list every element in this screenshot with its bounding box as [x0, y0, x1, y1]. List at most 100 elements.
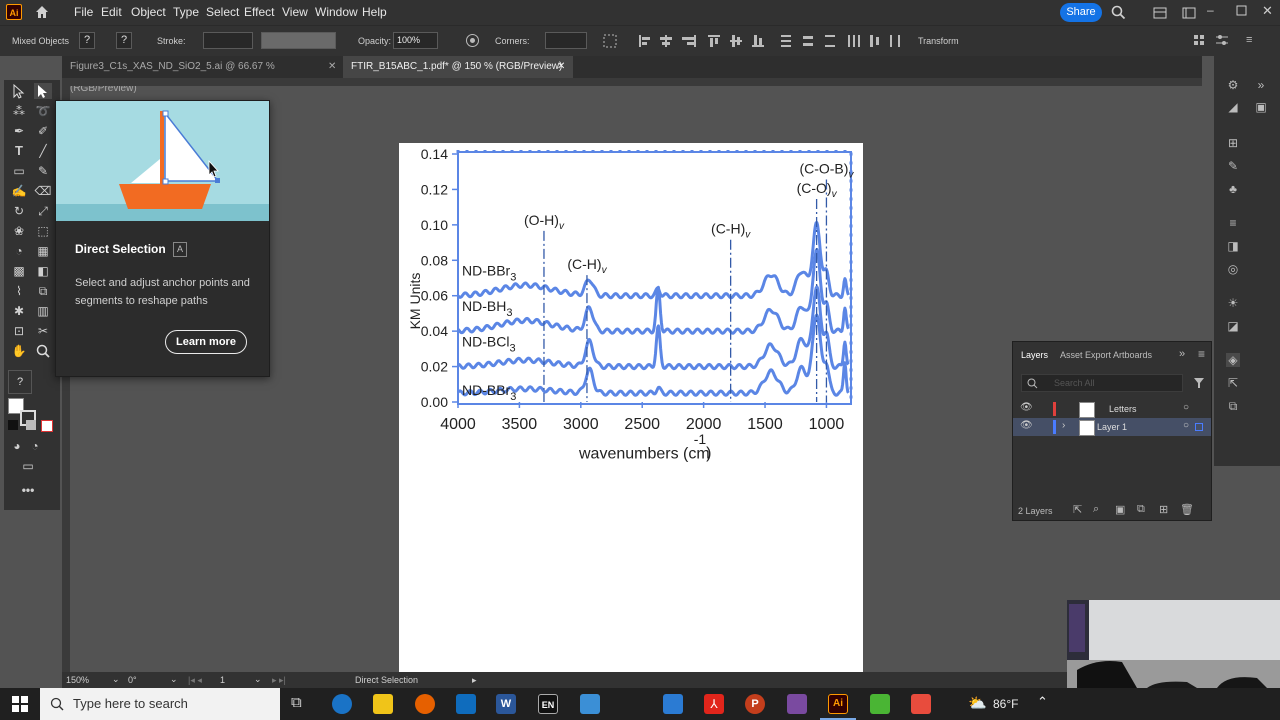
anchor-point[interactable]	[849, 233, 853, 237]
anchor-point[interactable]	[582, 150, 586, 153]
anchor-point[interactable]	[546, 150, 550, 153]
none-mode-icon[interactable]	[41, 420, 53, 432]
magic-wand-icon[interactable]: ⁂	[10, 103, 28, 119]
spectrum-line[interactable]	[456, 221, 850, 300]
anchor-point[interactable]	[849, 242, 853, 246]
recolor-artwork-icon[interactable]	[465, 33, 480, 48]
anchor-point[interactable]	[849, 278, 853, 282]
rotate-tool-icon[interactable]: ↻	[10, 203, 28, 219]
locate-object-icon[interactable]: ⌕	[1093, 503, 1099, 516]
type-tool-icon[interactable]: T	[10, 143, 28, 159]
tab-ftir[interactable]: FTIR_B15ABC_1.pdf* @ 150 % (RGB/Preview)…	[343, 56, 573, 78]
layers-icon[interactable]: ◈	[1226, 353, 1240, 367]
anchor-point[interactable]	[519, 150, 523, 153]
anchor-point[interactable]	[474, 150, 478, 153]
curvature-tool-icon[interactable]: ✐	[34, 123, 52, 139]
edge-icon[interactable]	[332, 694, 352, 714]
x-tick-label[interactable]: 4000	[440, 416, 476, 433]
gradient-tool-icon[interactable]: ◧	[34, 263, 52, 279]
anchor-point[interactable]	[501, 150, 505, 153]
anchor-point[interactable]	[744, 150, 748, 153]
anchor-point[interactable]	[849, 332, 853, 336]
menu-file[interactable]: File	[74, 5, 93, 19]
layers-search-box[interactable]: Search All	[1021, 374, 1183, 392]
shaper-tool-icon[interactable]: ✍	[10, 183, 28, 199]
x-tick-label[interactable]: 1500	[747, 416, 783, 433]
draw-mode-icon[interactable]: ◕	[8, 438, 26, 454]
illustrator-taskbar-icon[interactable]: Ai	[828, 694, 848, 714]
transparency-icon[interactable]: ◎	[1226, 262, 1240, 276]
menu-edit[interactable]: Edit	[101, 5, 122, 19]
anchor-point[interactable]	[849, 350, 853, 354]
anchor-point[interactable]	[510, 150, 514, 153]
firefox-icon[interactable]	[415, 694, 435, 714]
tab-artboards[interactable]: Artboards	[1113, 350, 1152, 360]
taskbar-search-box[interactable]: Type here to search	[40, 688, 280, 720]
y-tick-label[interactable]: 0.12	[421, 181, 448, 197]
tab-asset-export[interactable]: Asset Export	[1060, 350, 1111, 360]
anchor-point[interactable]	[771, 150, 775, 153]
anchor-point[interactable]	[609, 150, 613, 153]
target-icon[interactable]: ○	[1183, 402, 1189, 413]
delete-layer-icon[interactable]: 🗑	[1180, 503, 1194, 516]
powerpoint-icon[interactable]: P	[745, 694, 765, 714]
lasso-icon[interactable]: ➰	[34, 103, 52, 119]
annotation-label[interactable]: (C-H)v	[711, 221, 751, 241]
task-view-icon[interactable]: ⧉	[291, 694, 302, 711]
anchor-point[interactable]	[849, 323, 853, 327]
anchor-point[interactable]	[681, 150, 685, 153]
selection-indicator[interactable]	[1195, 423, 1203, 431]
libraries-icon[interactable]: ◢	[1226, 100, 1240, 114]
status-menu-icon[interactable]: ▸	[472, 675, 477, 686]
color-mode-icon[interactable]	[8, 420, 18, 430]
anchor-point[interactable]	[849, 368, 853, 372]
new-layer-icon[interactable]: ⊞	[1159, 503, 1168, 516]
visibility-eye-icon[interactable]: 👁	[1020, 420, 1033, 431]
anchor-point[interactable]	[834, 150, 838, 153]
tab-close-icon[interactable]: ✕	[557, 56, 565, 78]
anchor-point[interactable]	[849, 161, 853, 165]
rotation-value[interactable]: 0°	[128, 675, 137, 685]
series-label[interactable]: ND-BCl3	[462, 334, 516, 355]
minimize-icon[interactable]: –	[1207, 3, 1214, 17]
annotation-label[interactable]: (O-H)v	[524, 212, 565, 232]
anchor-point[interactable]	[849, 269, 853, 273]
anchor-point[interactable]	[849, 395, 853, 399]
anchor-point[interactable]	[564, 150, 568, 153]
anchor-point[interactable]	[591, 150, 595, 153]
anchor-point[interactable]	[627, 150, 631, 153]
search-icon[interactable]	[1111, 5, 1126, 20]
next-artboard-icon[interactable]: ▸ ▸|	[272, 675, 286, 686]
variable-width-profile[interactable]	[261, 32, 336, 49]
perspective-grid-icon[interactable]: ▦	[34, 243, 52, 259]
eyedropper-icon[interactable]: ⌇	[10, 283, 28, 299]
spectrum-line[interactable]	[456, 248, 850, 335]
paintbrush-icon[interactable]: ✎	[34, 163, 52, 179]
tray-chevron-icon[interactable]: ⌃	[1037, 694, 1048, 710]
camtasia-recorder-icon[interactable]	[911, 694, 931, 714]
artboards-icon[interactable]: ⧉	[1226, 399, 1240, 413]
anchor-point[interactable]	[849, 359, 853, 363]
anchor-point[interactable]	[816, 150, 820, 153]
mail-icon[interactable]	[456, 694, 476, 714]
appearance-icon[interactable]: ☀	[1226, 296, 1240, 310]
series-label[interactable]: ND-BH3	[462, 298, 512, 319]
annotation-label[interactable]: (C-O-B)v	[799, 160, 854, 180]
y-tick-label[interactable]: 0.02	[421, 359, 448, 375]
slice-tool-icon[interactable]: ✂	[34, 323, 52, 339]
expand-layer-icon[interactable]: ›	[1062, 420, 1065, 431]
ruler-top[interactable]	[62, 78, 1202, 86]
tab-figure3[interactable]: Figure3_C1s_XAS_ND_SiO2_5.ai @ 66.67 % (…	[62, 56, 342, 94]
fill-swatch[interactable]: ?	[79, 32, 95, 49]
anchor-point[interactable]	[672, 150, 676, 153]
gradient-panel-icon[interactable]: ◨	[1226, 239, 1240, 253]
blend-tool-icon[interactable]: ⧉	[34, 283, 52, 299]
edit-toolbar-icon[interactable]: •••	[19, 482, 37, 498]
anchor-point[interactable]	[849, 314, 853, 318]
anchor-point[interactable]	[849, 206, 853, 210]
x-tick-label[interactable]: 2500	[624, 416, 660, 433]
mesh-tool-icon[interactable]: ▩	[10, 263, 28, 279]
color-guide-icon[interactable]: ▣	[1254, 100, 1268, 114]
anchor-point[interactable]	[849, 197, 853, 201]
anchor-point[interactable]	[735, 150, 739, 153]
